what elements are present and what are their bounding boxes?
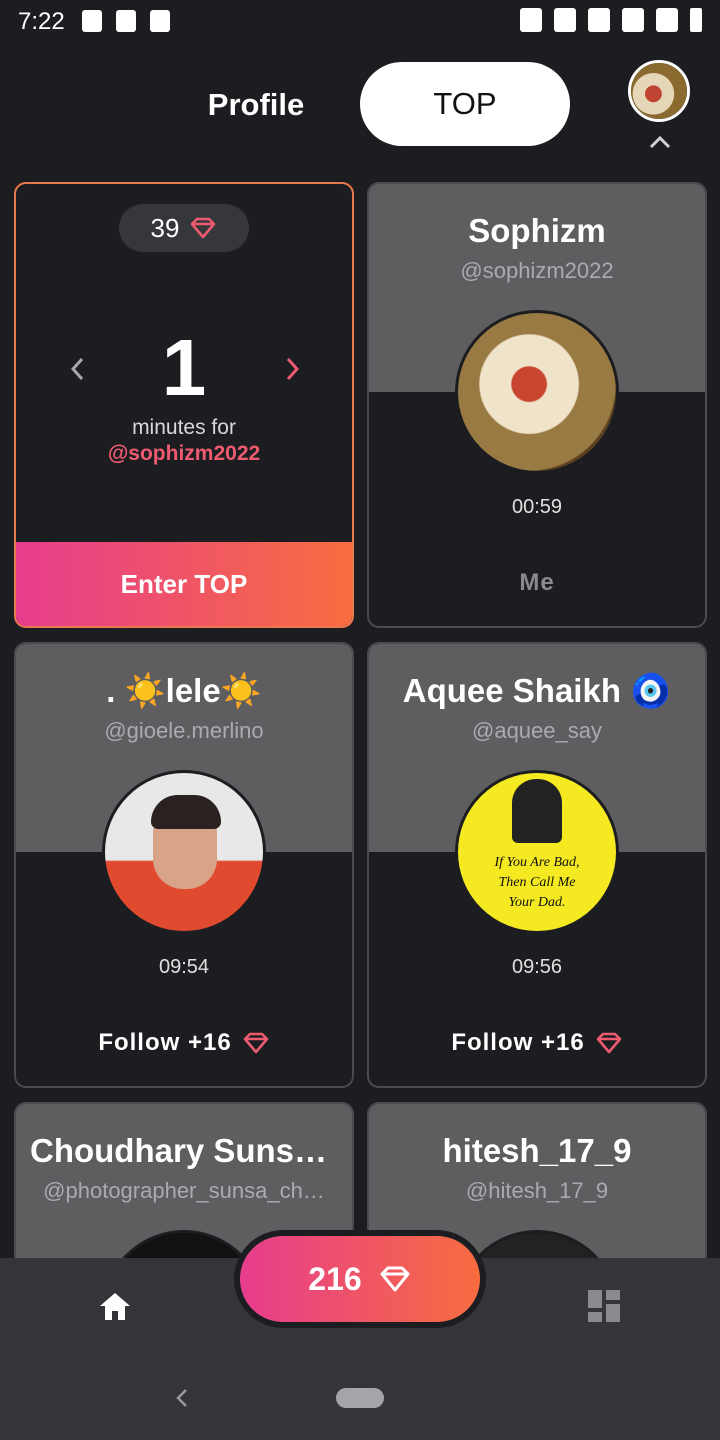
user-avatar [455,310,619,474]
avatar-image [631,63,687,119]
wifi-icon [588,8,610,32]
minutes-label: minutes for [132,416,236,439]
follow-label: Follow +16 [98,1029,232,1056]
system-icons [520,8,702,32]
gem-icon [380,1266,410,1292]
tab-top[interactable]: TOP [360,62,570,146]
user-name: Aquee Shaikh 🧿 [402,672,672,709]
me-label: Me [369,569,705,597]
action-label: Me [519,569,555,596]
avatar-figure [512,779,562,843]
user-timer: 00:59 [511,496,563,518]
user-card[interactable]: Sophizm @sophizm2022 00:59 Me [367,182,707,628]
user-handle: @aquee_say [472,718,602,743]
home-icon[interactable] [98,1290,132,1322]
dashboard-icon[interactable] [588,1290,620,1322]
nfc-icon [520,8,542,32]
gem-balance-button[interactable]: 216 [240,1236,480,1322]
enter-top-card: 39 1 minutes for @sophizm2022 Enter TOP [14,182,354,628]
user-name: Choudhary Sunsa… [30,1132,346,1169]
avatar-line-2: Then Call Me [498,875,576,890]
user-handle: @hitesh_17_9 [465,1178,609,1203]
follow-button[interactable]: Follow +16 [369,1029,705,1057]
gem-count: 39 [150,212,180,243]
avatar-hair [151,795,221,829]
user-avatar [102,770,266,934]
user-name: Sophizm [468,212,606,249]
image-icon [150,10,170,32]
gem-icon [596,1032,621,1054]
status-bar: 7:22 [0,0,720,44]
home-gesture-pill[interactable] [336,1388,384,1408]
battery-icon [690,8,702,32]
mute-icon [554,8,576,32]
notification-icons [82,10,170,32]
enter-top-button[interactable]: Enter TOP [16,542,352,626]
back-icon[interactable] [174,1388,190,1408]
user-card[interactable]: Aquee Shaikh 🧿 @aquee_say If You Are Bad… [367,642,707,1088]
battery-saver-icon [82,10,102,32]
user-name: . ☀️lele☀️ [106,672,262,709]
chevron-up-icon[interactable] [648,134,672,150]
tab-profile[interactable]: Profile [196,80,316,130]
gem-balance: 216 [308,1260,362,1297]
status-time: 7:22 [18,8,65,35]
signal-roaming-icon [656,8,678,32]
avatar-line-1: If You Are Bad, [494,855,580,870]
follow-label: Follow +16 [451,1029,585,1056]
chevron-right-icon[interactable] [282,356,302,382]
user-timer: 09:54 [158,956,210,978]
user-avatar: If You Are Bad, Then Call Me Your Dad. [455,770,619,934]
app-notification-icon [116,10,136,32]
user-handle: @sophizm2022 [460,258,614,283]
user-handle: @photographer_sunsa_ch… [43,1178,325,1203]
avatar-line-3: Your Dad. [508,895,566,910]
signal-icon [622,8,644,32]
user-timer: 09:56 [511,956,563,978]
minutes-user[interactable]: @sophizm2022 [16,442,352,466]
gem-icon [243,1032,268,1054]
user-card[interactable]: . ☀️lele☀️ @gioele.merlino 09:54 Follow … [14,642,354,1088]
user-name: hitesh_17_9 [442,1132,632,1169]
follow-button[interactable]: Follow +16 [16,1029,352,1057]
user-avatar[interactable] [628,60,690,122]
user-handle: @gioele.merlino [104,718,264,743]
gem-count-pill: 39 [119,204,249,252]
gem-icon [191,217,216,239]
